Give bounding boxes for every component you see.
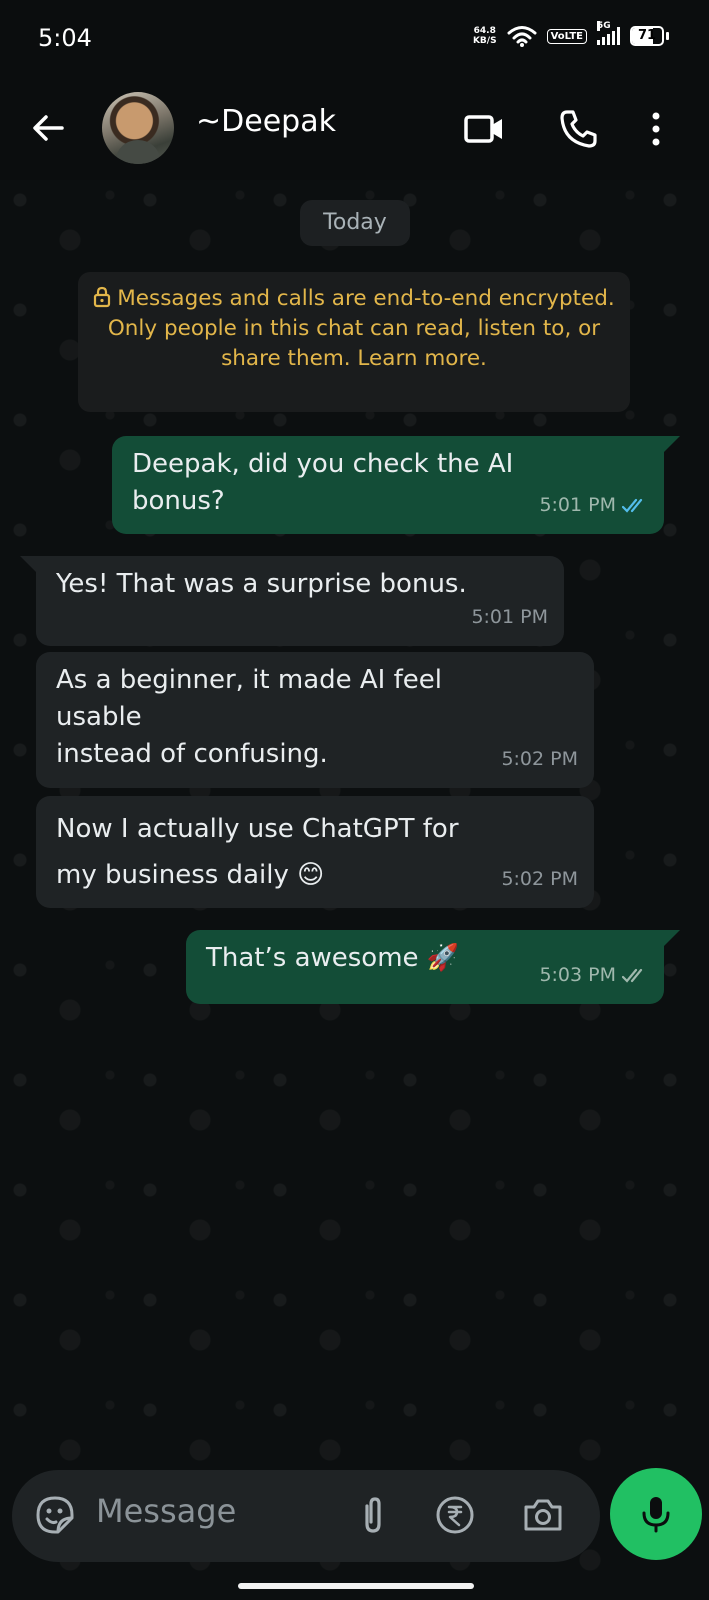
date-chip: Today [300,200,410,246]
message-text: Yes! That was a surprise bonus. [56,569,467,599]
message-bubble-outgoing[interactable]: Deepak, did you check the AI bonus? 5:01… [112,436,664,534]
network-speed-value: 64.8 [473,26,496,36]
voice-message-button[interactable] [610,1468,702,1560]
network-speed: 64.8 KB/S [473,26,497,46]
status-indicators: 64.8 KB/S VoLTE 5G 71 [473,21,669,48]
battery-level: 71 [637,28,657,43]
message-bubble-incoming[interactable]: As a beginner, it made AI feel usable in… [36,652,594,788]
message-time: 5:02 PM [501,748,578,770]
rupee-payment-icon[interactable] [432,1492,478,1538]
message-bubble-incoming[interactable]: Now I actually use ChatGPT for my busine… [36,796,594,908]
network-speed-unit: KB/S [472,36,497,46]
status-bar: 5:04 64.8 KB/S VoLTE 5G 71 [0,0,709,80]
message-time: 5:01 PM [471,606,548,628]
chat-header: ~Deepak [0,80,709,180]
avatar[interactable] [102,92,174,164]
read-receipt-icon [622,498,643,513]
message-text: Now I actually use ChatGPT for my busine… [56,814,459,890]
bubble-tail [664,930,680,946]
message-text: That’s awesome 🚀 [206,943,460,973]
encryption-notice[interactable]: Messages and calls are end-to-end encryp… [78,272,630,412]
message-text: As a beginner, it made AI feel usable in… [56,665,442,769]
message-bubble-outgoing[interactable]: That’s awesome 🚀 5:03 PM [186,930,664,1004]
status-time: 5:04 [38,24,92,52]
message-time: 5:02 PM [501,868,578,890]
network-type: 5G [597,21,611,31]
microphone-icon [642,1497,670,1533]
attach-icon[interactable] [350,1492,396,1538]
message-text: Deepak, did you check the AI bonus? [132,449,514,516]
back-arrow-icon[interactable] [26,106,70,150]
sticker-icon[interactable] [32,1492,78,1538]
delivered-receipt-icon [622,968,643,983]
message-time: 5:01 PM [539,487,648,524]
volte-badge: VoLTE [546,28,587,44]
battery-icon: 71 [630,26,669,46]
home-indicator[interactable] [238,1583,474,1589]
camera-icon[interactable] [520,1492,566,1538]
message-bubble-incoming[interactable]: Yes! That was a surprise bonus. 5:01 PM [36,556,564,646]
signal-icon: 5G [597,21,620,45]
message-input[interactable]: Message [96,1492,236,1530]
contact-name[interactable]: ~Deepak [196,104,336,139]
more-options-icon[interactable] [644,106,668,152]
message-time: 5:03 PM [539,957,648,994]
video-call-icon[interactable] [462,106,508,152]
message-composer: Message [12,1470,600,1562]
voice-call-icon[interactable] [556,106,602,152]
wifi-icon [507,26,537,47]
bubble-tail [20,556,36,572]
encryption-notice-text: Messages and calls are end-to-end encryp… [107,286,615,371]
bubble-tail [664,436,680,452]
lock-icon [94,286,111,308]
